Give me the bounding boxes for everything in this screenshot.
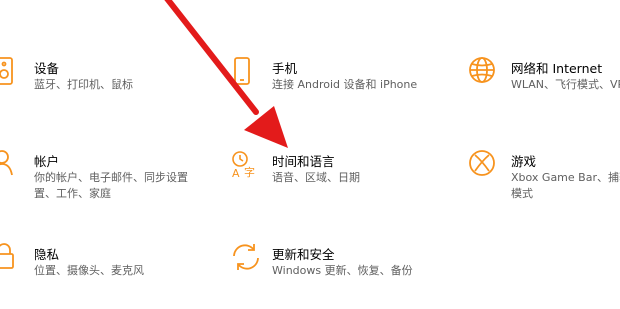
tile-description: Xbox Game Bar、捕获 模式: [511, 171, 620, 200]
svg-text:A: A: [232, 167, 240, 180]
keyboard-speaker-icon: [0, 56, 24, 88]
tile-title: 游戏: [511, 154, 537, 169]
tile-privacy[interactable]: 隐私 位置、摄像头、麦克风: [0, 242, 182, 309]
tile-network[interactable]: 网络和 Internet WLAN、飞行模式、VP: [466, 56, 620, 126]
tile-description: 语音、区域、日期: [272, 171, 360, 184]
phone-icon: [230, 56, 262, 88]
tile-title: 时间和语言: [272, 154, 335, 169]
tile-title: 隐私: [34, 247, 60, 262]
tile-description: 蓝牙、打印机、鼠标: [34, 78, 133, 91]
tile-title: 网络和 Internet: [511, 61, 603, 76]
tile-description: 连接 Android 设备和 iPhone: [272, 78, 418, 91]
tile-description: WLAN、飞行模式、VP: [511, 78, 620, 91]
tile-phone[interactable]: 手机 连接 Android 设备和 iPhone: [230, 56, 440, 126]
globe-icon: [466, 56, 498, 88]
tile-title: 手机: [272, 61, 298, 76]
time-language-icon: A 字: [230, 149, 262, 181]
settings-home: 设备 蓝牙、打印机、鼠标 手机 连接 Android 设备和 iPhone 网络…: [0, 0, 620, 309]
lock-icon: [0, 242, 24, 274]
tile-description: Windows 更新、恢复、备份: [272, 264, 413, 277]
svg-text:字: 字: [244, 165, 255, 179]
tile-title: 更新和安全: [272, 247, 335, 262]
xbox-icon: [466, 149, 498, 181]
tile-description: 你的帐户、电子邮件、同步设置 置、工作、家庭: [34, 171, 188, 200]
tile-devices[interactable]: 设备 蓝牙、打印机、鼠标: [0, 56, 182, 126]
tile-accounts[interactable]: 帐户 你的帐户、电子邮件、同步设置 置、工作、家庭: [0, 149, 202, 219]
tile-update-security[interactable]: 更新和安全 Windows 更新、恢复、备份: [230, 242, 440, 309]
tile-title: 帐户: [34, 154, 60, 169]
person-icon: [0, 149, 24, 181]
tile-description: 位置、摄像头、麦克风: [34, 264, 144, 277]
tile-title: 设备: [34, 61, 60, 76]
tile-gaming[interactable]: 游戏 Xbox Game Bar、捕获 模式: [466, 149, 620, 219]
sync-icon: [230, 242, 262, 274]
tile-time-language[interactable]: A 字 时间和语言 语音、区域、日期: [230, 149, 440, 219]
